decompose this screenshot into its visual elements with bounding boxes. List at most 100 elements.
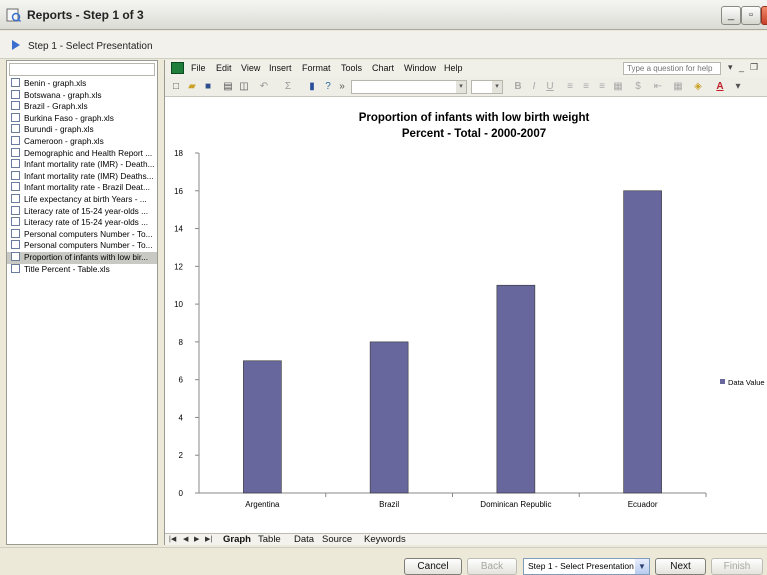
menu-window[interactable]: Window (404, 63, 436, 73)
toolbar-options-icon[interactable]: ▾ (731, 80, 745, 94)
file-list-item[interactable]: Cameroon - graph.xls (7, 135, 157, 148)
open-icon[interactable]: ▰ (185, 80, 199, 94)
tab-graph[interactable]: Graph (223, 534, 251, 545)
save-icon[interactable]: ■ (201, 80, 215, 94)
menu-file[interactable]: File (191, 63, 206, 73)
menu-tools[interactable]: Tools (341, 63, 362, 73)
restore-doc-icon[interactable]: ❐ (750, 62, 758, 73)
y-tick-label: 0 (179, 489, 184, 498)
tab-source[interactable]: Source (322, 534, 352, 545)
print-preview-icon[interactable]: ◫ (237, 80, 251, 94)
tab-table[interactable]: Table (258, 534, 281, 545)
next-button[interactable]: Next (655, 558, 706, 575)
file-list-item[interactable]: Burundi - graph.xls (7, 124, 157, 136)
menu-edit[interactable]: Edit (216, 63, 232, 73)
new-icon[interactable]: □ (169, 80, 183, 94)
file-list-item[interactable]: Infant mortality rate (IMR) Deaths... (7, 170, 157, 183)
maximize-button[interactable]: ▫ (741, 6, 761, 25)
indent-icon[interactable]: ⇤ (651, 80, 665, 94)
file-list-item[interactable]: Infant mortality rate - Brazil Deat... (7, 182, 157, 194)
chevron-down-icon: ▾ (492, 81, 502, 93)
file-list-item[interactable]: Burkina Faso - graph.xls (7, 112, 157, 125)
merge-icon[interactable]: ▦ (611, 80, 625, 94)
italic-icon[interactable]: I (527, 80, 541, 94)
file-list-item[interactable]: Literacy rate of 15-24 year-olds ... (7, 217, 157, 229)
cancel-button[interactable]: Cancel (404, 558, 462, 575)
finish-button[interactable]: Finish (711, 558, 763, 575)
file-name: Cameroon - graph.xls (24, 135, 104, 146)
underline-icon[interactable]: U (543, 80, 557, 94)
checkbox[interactable] (11, 89, 20, 99)
align-right-icon[interactable]: ≡ (595, 80, 609, 94)
step-select[interactable]: Step 1 - Select Presentation ▼ (523, 558, 650, 575)
chart-area[interactable]: Proportion of infants with low birth wei… (170, 100, 767, 533)
file-list-item[interactable]: Benin - graph.xls (7, 78, 157, 90)
file-list-item[interactable]: Demographic and Health Report ... (7, 147, 157, 160)
checkbox[interactable] (11, 240, 20, 250)
chart-objects-combo[interactable]: ▾ (351, 80, 467, 94)
file-list-item[interactable]: Proportion of infants with low bir... (7, 251, 157, 264)
undo-icon[interactable]: ↶ (257, 80, 271, 94)
tab-keywords[interactable]: Keywords (364, 534, 406, 545)
checkbox[interactable] (11, 159, 20, 169)
x-tick-label: Brazil (379, 500, 399, 509)
font-color-icon[interactable]: A (713, 80, 727, 94)
file-list-item[interactable]: Personal computers Number - To... (7, 228, 157, 241)
checkbox[interactable] (11, 147, 20, 157)
chevron-down-icon: ▼ (635, 559, 649, 574)
help-search-input[interactable] (623, 62, 721, 75)
fill-color-icon[interactable]: ◈ (691, 80, 705, 94)
checkbox[interactable] (11, 263, 20, 273)
checkbox[interactable] (11, 135, 20, 145)
next-sheet-icon[interactable]: ▶ (194, 535, 199, 543)
menu-insert[interactable]: Insert (269, 63, 292, 73)
more-icon[interactable]: » (335, 80, 349, 94)
menu-help[interactable]: Help (444, 63, 463, 73)
wizard-footer: Cancel Back Step 1 - Select Presentation… (0, 547, 767, 575)
minimize-button[interactable]: _ (721, 6, 741, 25)
checkbox[interactable] (11, 112, 20, 122)
checkbox[interactable] (11, 124, 20, 134)
chart-wizard-icon[interactable]: ▮ (305, 80, 319, 94)
align-center-icon[interactable]: ≡ (579, 80, 593, 94)
first-sheet-icon[interactable]: |◀ (169, 535, 176, 543)
borders-icon[interactable]: ▦ (671, 80, 685, 94)
bold-icon[interactable]: B (511, 80, 525, 94)
close-button[interactable] (761, 6, 767, 25)
menu-format[interactable]: Format (302, 63, 331, 73)
checkbox[interactable] (11, 205, 20, 215)
checkbox[interactable] (11, 101, 20, 111)
last-sheet-icon[interactable]: ▶| (205, 535, 212, 543)
bar-chart: Proportion of infants with low birth wei… (174, 112, 764, 509)
filter-input[interactable] (9, 63, 155, 76)
checkbox[interactable] (11, 217, 20, 227)
print-icon[interactable]: ▤ (221, 80, 235, 94)
file-list-item[interactable]: Literacy rate of 15-24 year-olds ... (7, 205, 157, 218)
back-button[interactable]: Back (467, 558, 517, 575)
file-list-item[interactable]: Botswana - graph.xls (7, 89, 157, 102)
checkbox[interactable] (11, 78, 20, 87)
file-list-item[interactable]: Brazil - Graph.xls (7, 101, 157, 113)
font-size-combo[interactable]: ▾ (471, 80, 503, 94)
checkbox[interactable] (11, 228, 20, 238)
prev-sheet-icon[interactable]: ◀ (183, 535, 188, 543)
checkbox[interactable] (11, 182, 20, 192)
tab-data[interactable]: Data (294, 534, 314, 545)
help-icon[interactable]: ? (321, 80, 335, 94)
checkbox[interactable] (11, 193, 20, 203)
bar (496, 284, 536, 494)
minimize-doc-icon[interactable]: _ (739, 62, 744, 72)
file-list-item[interactable]: Infant mortality rate (IMR) - Death... (7, 159, 157, 171)
checkbox[interactable] (11, 170, 20, 180)
file-list-item[interactable]: Personal computers Number - To... (7, 240, 157, 252)
autosum-icon[interactable]: Σ (281, 80, 295, 94)
file-name: Life expectancy at birth Years - ... (24, 193, 147, 204)
align-left-icon[interactable]: ≡ (563, 80, 577, 94)
menu-chart[interactable]: Chart (372, 63, 394, 73)
checkbox[interactable] (11, 251, 20, 261)
dropdown-arrow-icon[interactable]: ▾ (728, 62, 733, 73)
file-list-item[interactable]: Title Percent - Table.xls (7, 263, 157, 276)
currency-icon[interactable]: $ (631, 80, 645, 94)
menu-view[interactable]: View (241, 63, 260, 73)
file-list-item[interactable]: Life expectancy at birth Years - ... (7, 193, 157, 206)
